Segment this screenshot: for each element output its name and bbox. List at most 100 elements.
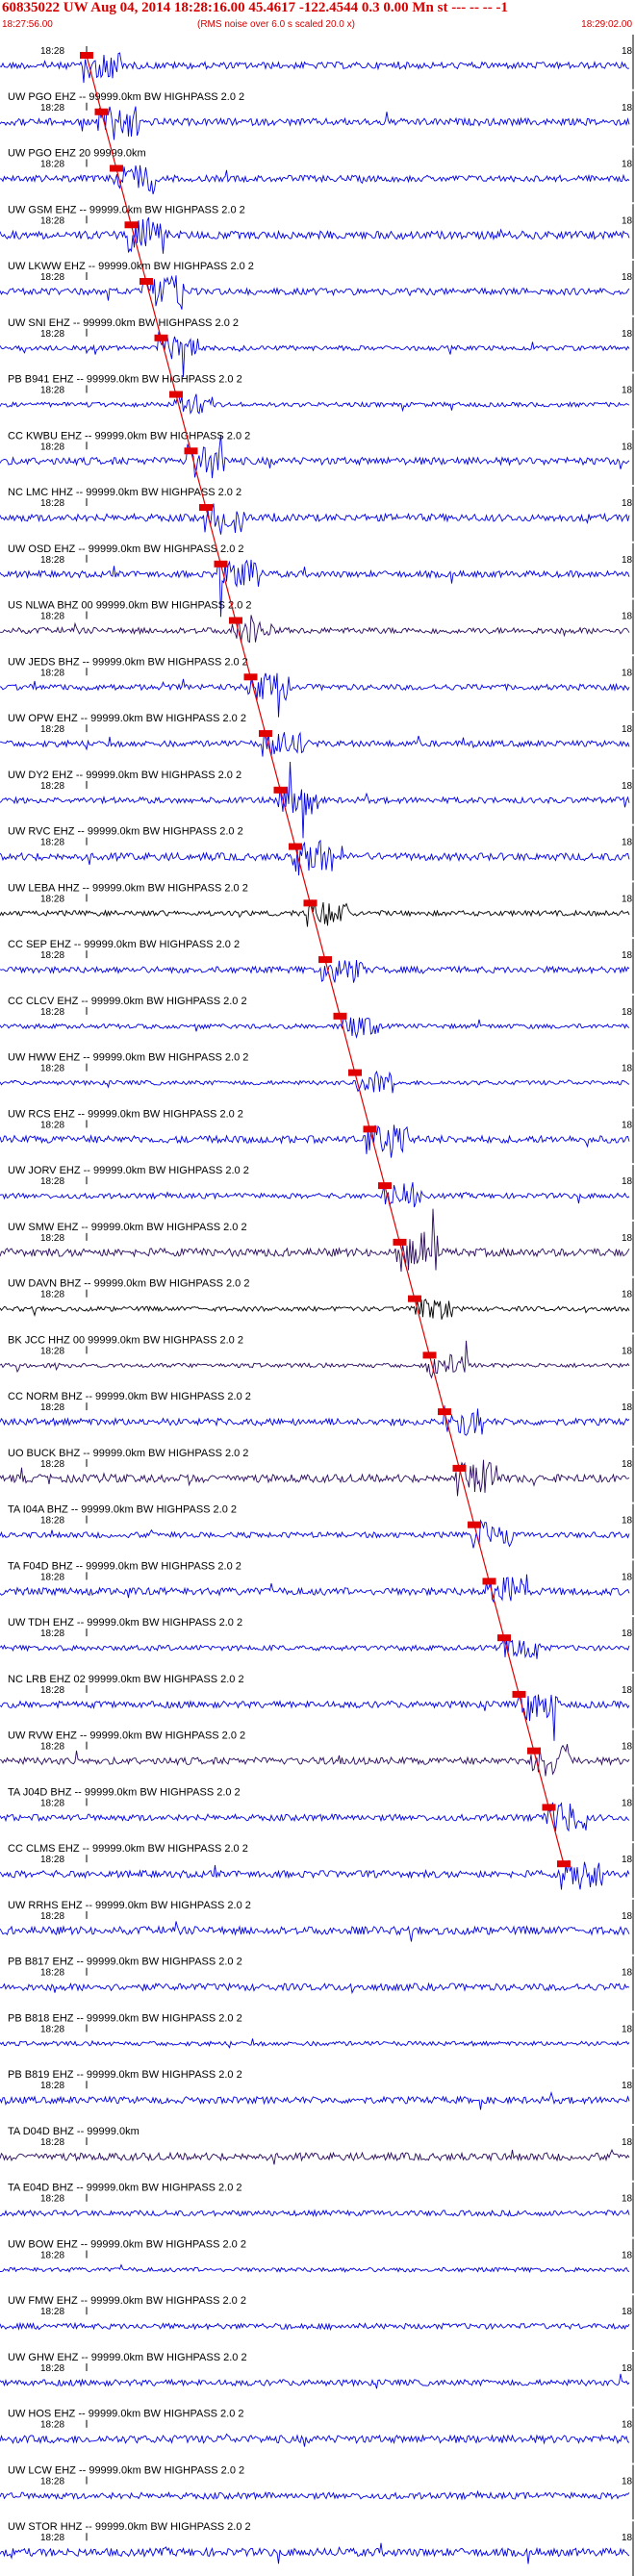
waveform-trace <box>0 1921 630 1942</box>
trace-label: UW DY2 EHZ -- 99999.0km BW HIGHPASS 2.0 … <box>8 770 241 781</box>
trace-label: UW RCS EHZ -- 99999.0km BW HIGHPASS 2.0 … <box>8 1108 243 1120</box>
trace-label: UW RVW EHZ -- 99999.0km BW HIGHPASS 2.0 … <box>8 1730 245 1742</box>
tick-label: 18 <box>622 1968 633 1979</box>
tick-label: 18 <box>622 329 633 340</box>
waveform-trace <box>0 959 630 983</box>
tick-label: 18 <box>622 1855 633 1865</box>
trace-label: UW SMW EHZ -- 99999.0km BW HIGHPASS 2.0 … <box>8 1222 247 1233</box>
tick-label: 18:28 <box>40 724 64 735</box>
tick-label: 18 <box>622 1402 633 1413</box>
waveform-trace <box>0 1070 630 1094</box>
trace-label: PB B941 EHZ -- 99999.0km BW HIGHPASS 2.0… <box>8 374 242 386</box>
tick-label: 18 <box>622 555 633 566</box>
tick-label: 18 <box>622 1742 633 1753</box>
tick-label: 18 <box>622 272 633 283</box>
tick-label: 18:28 <box>40 1629 64 1639</box>
tick-label: 18 <box>622 2307 633 2317</box>
tick-label: 18 <box>622 724 633 735</box>
tick-label: 18:28 <box>40 2420 64 2431</box>
waveform-trace <box>0 729 630 757</box>
waveform-trace <box>0 2091 630 2110</box>
tick-label: 18:28 <box>40 1120 64 1130</box>
waveform-trace <box>0 2542 630 2564</box>
waveform-trace <box>0 2263 630 2274</box>
tick-label: 18:28 <box>40 1798 64 1808</box>
trace-label: UW LKWW EHZ -- 99999.0km BW HIGHPASS 2.0… <box>8 261 254 272</box>
waveform-trace <box>0 839 630 876</box>
trace-label: UW RRHS EHZ -- 99999.0km BW HIGHPASS 2.0… <box>8 1900 251 1911</box>
tick-label: 18 <box>622 1120 633 1130</box>
trace-label: US NLWA BHZ 00 99999.0km BW HIGHPASS 2.0… <box>8 600 252 612</box>
tick-label: 18 <box>622 781 633 792</box>
tick-label: 18:28 <box>40 555 64 566</box>
tick-label: 18:28 <box>40 1572 64 1582</box>
trace-label: CC CLMS EHZ -- 99999.0km BW HIGHPASS 2.0… <box>8 1843 248 1855</box>
waveform-trace <box>0 1802 630 1832</box>
waveform-trace <box>0 216 630 254</box>
tick-label: 18:28 <box>40 2081 64 2091</box>
trace-label: UW JORV EHZ -- 99999.0km BW HIGHPASS 2.0… <box>8 1165 249 1176</box>
trace-label: UW HOS EHZ -- 99999.0km BW HIGHPASS 2.0 … <box>8 2409 244 2420</box>
waveform-trace <box>0 1574 630 1604</box>
waveform-trace <box>0 2209 630 2217</box>
trace-label: UW PGO EHZ 20 99999.0km <box>8 148 146 160</box>
trace-label: UW TDH EHZ -- 99999.0km BW HIGHPASS 2.0 … <box>8 1617 242 1629</box>
tick-label: 18 <box>622 386 633 396</box>
tick-label: 18 <box>622 612 633 622</box>
waveform-trace <box>0 275 630 310</box>
tick-label: 18 <box>622 2363 633 2374</box>
tick-label: 18:28 <box>40 1911 64 1922</box>
waveform-trace <box>0 1124 630 1158</box>
tick-label: 18:28 <box>40 498 64 509</box>
waveform-trace <box>0 1405 630 1436</box>
tick-label: 18 <box>622 498 633 509</box>
tick-label: 18 <box>622 2194 633 2205</box>
tick-label: 18:28 <box>40 1742 64 1753</box>
waveform-trace <box>0 503 630 535</box>
trace-label: UW STOR HHZ -- 99999.0km BW HIGHPASS 2.0… <box>8 2521 251 2533</box>
tick-label: 18 <box>622 2137 633 2148</box>
tick-label: 18 <box>622 1516 633 1527</box>
tick-label: 18:28 <box>40 1007 64 1018</box>
tick-label: 18:28 <box>40 894 64 904</box>
trace-label: UW JEDS BHZ -- 99999.0km BW HIGHPASS 2.0… <box>8 656 248 668</box>
rms-note: (RMS noise over 6.0 s scaled 20.0 x) <box>197 19 355 30</box>
trace-label: CC CLCV EHZ -- 99999.0km BW HIGHPASS 2.0… <box>8 996 247 1007</box>
trace-label: NC LRB EHZ 02 99999.0km BW HIGHPASS 2.0 … <box>8 1674 244 1685</box>
tick-label: 18 <box>622 1459 633 1470</box>
waveform-trace <box>0 1208 630 1273</box>
tick-label: 18 <box>622 442 633 452</box>
tick-label: 18:28 <box>40 781 64 792</box>
tick-label: 18:28 <box>40 2194 64 2205</box>
tick-label: 18 <box>622 1629 633 1639</box>
trace-label: TA E04D BHZ -- 99999.0km BW HIGHPASS 2.0… <box>8 2183 242 2194</box>
tick-label: 18 <box>622 950 633 961</box>
waveform-trace <box>0 2148 630 2165</box>
tick-label: 18 <box>622 1290 633 1301</box>
waveform-trace <box>0 2433 630 2447</box>
tick-label: 18 <box>622 1911 633 1922</box>
waveform-trace <box>0 331 630 378</box>
tick-label: 18 <box>622 1798 633 1808</box>
tick-label: 18:28 <box>40 612 64 622</box>
tick-label: 18 <box>622 894 633 904</box>
trace-label: TA F04D BHZ -- 99999.0km BW HIGHPASS 2.0… <box>8 1560 241 1572</box>
waveform-trace <box>0 1519 630 1549</box>
tick-label: 18 <box>622 160 633 170</box>
waveform-trace <box>0 615 630 644</box>
tick-label: 18 <box>622 46 633 57</box>
tick-label: 18:28 <box>40 950 64 961</box>
tick-label: 18:28 <box>40 1968 64 1979</box>
trace-label: TA D04D BHZ -- 99999.0km <box>8 2126 140 2137</box>
waveform-trace <box>0 164 630 194</box>
waveform-trace <box>0 2489 630 2501</box>
tick-label: 18:28 <box>40 386 64 396</box>
trace-label: TA I04A BHZ -- 99999.0km BW HIGHPASS 2.0… <box>8 1504 237 1516</box>
tick-label: 18:28 <box>40 2137 64 2148</box>
tick-label: 18 <box>622 668 633 678</box>
waveform-trace <box>0 1859 630 1890</box>
plot-header: 60835022 UW Aug 04, 2014 18:28:16.00 45.… <box>0 0 635 33</box>
tick-label: 18 <box>622 1064 633 1074</box>
waveform-trace <box>0 1636 630 1659</box>
waveform-trace <box>0 1459 630 1497</box>
